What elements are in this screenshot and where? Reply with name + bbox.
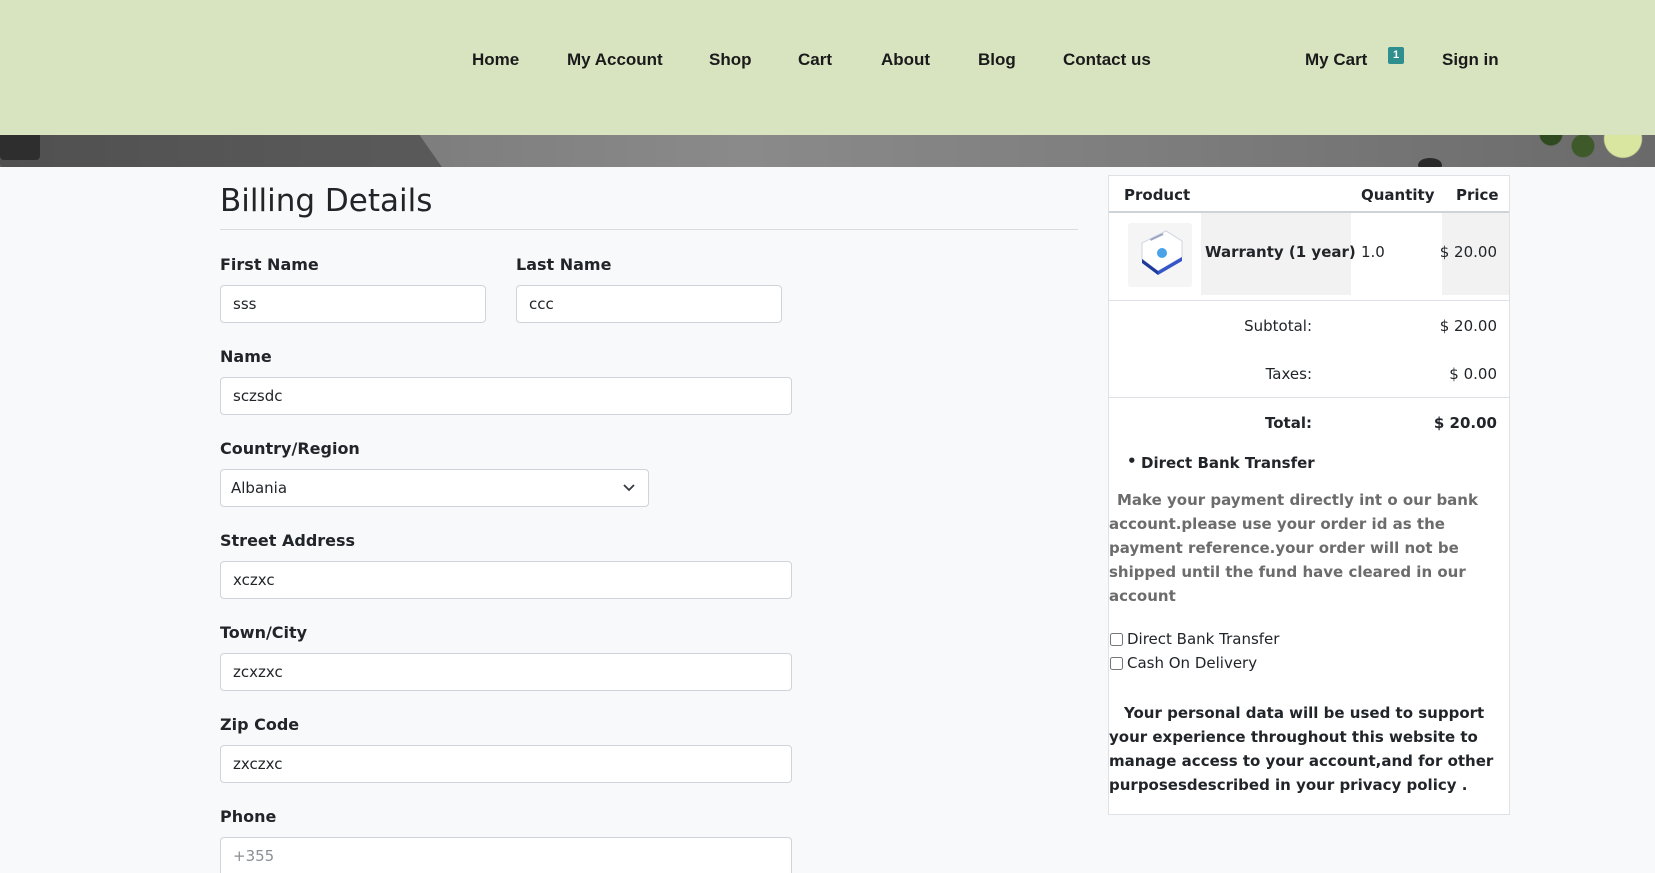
product-price: $ 20.00 <box>1439 243 1497 261</box>
total-label: Total: <box>1265 414 1312 432</box>
taxes-label: Taxes: <box>1265 365 1312 383</box>
last-name-label: Last Name <box>516 255 612 274</box>
title-divider <box>220 229 1078 230</box>
sign-in-link[interactable]: Sign in <box>1442 50 1499 72</box>
phone-input[interactable] <box>220 837 792 873</box>
product-column-header: Product <box>1124 186 1191 204</box>
town-city-input[interactable] <box>220 653 792 691</box>
subtotal-label: Subtotal: <box>1244 317 1312 335</box>
country-label: Country/Region <box>220 439 360 458</box>
payment-method-heading: Direct Bank Transfer <box>1141 454 1315 472</box>
totals-divider <box>1109 397 1509 398</box>
cart-count-badge[interactable]: 1 <box>1388 47 1404 64</box>
bank-transfer-label: Direct Bank Transfer <box>1127 630 1280 648</box>
country-select[interactable]: Albania <box>220 469 649 507</box>
chevron-down-icon <box>623 484 635 492</box>
product-name: Warranty (1 year) <box>1205 243 1356 261</box>
payment-option-bank-transfer[interactable]: Direct Bank Transfer <box>1109 628 1279 650</box>
taxes-value: $ 0.00 <box>1449 365 1497 383</box>
warranty-box-icon <box>1128 223 1192 287</box>
keyboard-image-detail <box>0 132 40 160</box>
zip-code-input[interactable] <box>220 745 792 783</box>
top-navbar: Home My Account Shop Cart About Blog Con… <box>0 0 1655 135</box>
bank-transfer-checkbox[interactable] <box>1110 632 1123 646</box>
payment-option-cash-on-delivery[interactable]: Cash On Delivery <box>1109 652 1257 674</box>
cash-on-delivery-label: Cash On Delivery <box>1127 654 1258 672</box>
decor-image-detail <box>1418 158 1442 167</box>
payment-description: Make your payment directly int o our ban… <box>1109 491 1478 605</box>
country-selected-value: Albania <box>231 479 288 497</box>
page-title: Billing Details <box>220 183 433 219</box>
subtotal-value: $ 20.00 <box>1439 317 1497 335</box>
nav-link-about[interactable]: About <box>881 50 930 72</box>
nav-link-cart[interactable]: Cart <box>798 50 832 72</box>
last-name-input[interactable] <box>516 285 782 323</box>
price-column-header: Price <box>1456 186 1499 204</box>
name-input[interactable] <box>220 377 792 415</box>
product-quantity: 1.0 <box>1361 243 1385 261</box>
nav-link-home[interactable]: Home <box>472 50 519 72</box>
nav-link-blog[interactable]: Blog <box>978 50 1016 72</box>
phone-label: Phone <box>220 807 277 826</box>
first-name-label: First Name <box>220 255 319 274</box>
town-city-label: Town/City <box>220 623 308 642</box>
nav-link-shop[interactable]: Shop <box>709 50 752 72</box>
payment-method-bullet: • <box>1127 452 1137 470</box>
zip-code-label: Zip Code <box>220 715 300 734</box>
cash-on-delivery-checkbox[interactable] <box>1110 656 1123 670</box>
quantity-column-header: Quantity <box>1361 186 1435 204</box>
name-label: Name <box>220 347 272 366</box>
street-address-label: Street Address <box>220 531 356 550</box>
order-summary-card: Product Quantity Price Warranty (1 year)… <box>1108 175 1510 815</box>
total-value: $ 20.00 <box>1433 414 1497 432</box>
first-name-input[interactable] <box>220 285 486 323</box>
nav-link-contact-us[interactable]: Contact us <box>1063 50 1151 72</box>
my-cart-link[interactable]: My Cart <box>1305 50 1367 72</box>
privacy-note: Your personal data will be used to suppo… <box>1109 704 1494 794</box>
item-divider <box>1109 300 1509 301</box>
nav-link-my-account[interactable]: My Account <box>567 50 663 72</box>
street-address-input[interactable] <box>220 561 792 599</box>
